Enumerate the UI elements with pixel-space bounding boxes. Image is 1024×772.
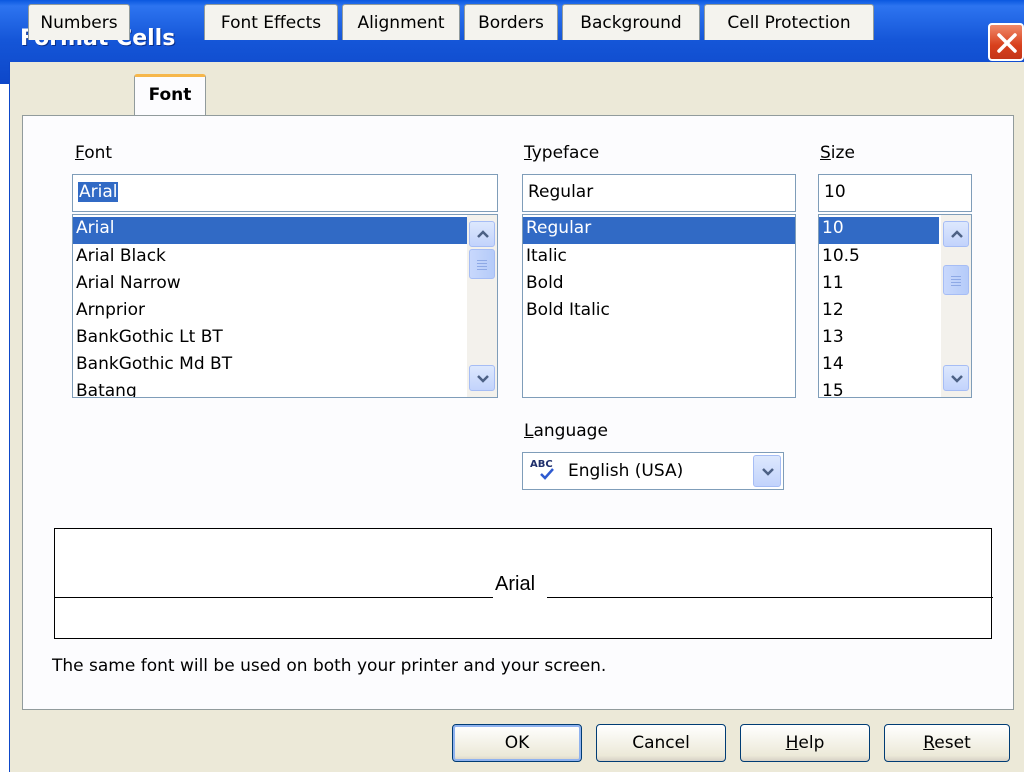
tab-cell-protection[interactable]: Cell Protection (704, 4, 874, 40)
list-item[interactable]: 10 (819, 217, 939, 244)
font-name-input[interactable]: Arial (72, 174, 498, 212)
font-preview: Arial (54, 528, 993, 639)
typeface-value: Regular (528, 182, 594, 202)
list-item[interactable]: 15 (819, 380, 844, 397)
language-label: Language (524, 421, 608, 441)
size-label: Size (820, 143, 855, 163)
size-list-scrollbar[interactable] (941, 215, 971, 397)
size-value: 10 (824, 182, 846, 202)
tab-label: Alignment (357, 13, 445, 33)
list-item[interactable]: Arial Black (73, 245, 166, 272)
chevron-down-icon (951, 375, 963, 383)
typeface-label: Typeface (524, 143, 600, 163)
list-item[interactable]: Italic (523, 245, 567, 272)
scroll-down-button[interactable] (469, 365, 495, 391)
list-item[interactable]: Batang (73, 380, 137, 397)
typeface-list[interactable]: Regular Italic Bold Bold Italic (522, 214, 796, 398)
list-item[interactable]: Regular (523, 217, 795, 244)
font-list-scrollbar[interactable] (467, 215, 497, 397)
size-list[interactable]: 10 10.5 11 12 13 14 15 (818, 214, 972, 398)
tab-font[interactable]: Font (134, 74, 206, 115)
info-text: The same font will be used on both your … (52, 656, 607, 676)
language-value: English (USA) (568, 461, 684, 481)
language-dropdown-button[interactable] (753, 455, 781, 487)
scroll-down-button[interactable] (943, 365, 969, 391)
tab-label: Cell Protection (727, 13, 851, 33)
tab-alignment[interactable]: Alignment (342, 4, 460, 40)
list-item[interactable]: Arial (73, 217, 467, 244)
cancel-button[interactable]: Cancel (596, 724, 726, 762)
checkmark-icon (540, 468, 554, 480)
typeface-input[interactable]: Regular (522, 174, 796, 212)
list-item[interactable]: BankGothic Md BT (73, 353, 232, 380)
list-item[interactable]: 12 (819, 299, 844, 326)
tab-background[interactable]: Background (562, 4, 700, 40)
font-list[interactable]: Arial Arial Black Arial Narrow Arnprior … (72, 214, 498, 398)
list-item[interactable]: Bold (523, 272, 564, 299)
ok-button[interactable]: OK (452, 724, 582, 762)
chevron-down-icon (477, 375, 489, 383)
tab-label: Font Effects (220, 13, 322, 33)
scroll-up-button[interactable] (943, 221, 969, 247)
chevron-up-icon (951, 230, 963, 238)
chevron-down-icon (762, 468, 774, 476)
tab-label: Numbers (40, 13, 118, 33)
tab-label: Borders (478, 13, 544, 33)
list-item[interactable]: Arnprior (73, 299, 145, 326)
list-item[interactable]: 14 (819, 353, 844, 380)
list-item[interactable]: 10.5 (819, 245, 860, 272)
tab-borders[interactable]: Borders (464, 4, 558, 40)
tab-numbers[interactable]: Numbers (28, 4, 130, 40)
tab-label: Font (148, 85, 192, 105)
baseline-right (547, 597, 993, 598)
help-button[interactable]: Help (740, 724, 870, 762)
tab-font-effects[interactable]: Font Effects (204, 4, 338, 40)
language-select[interactable]: ABC English (USA) (522, 452, 784, 490)
tab-label: Background (580, 13, 682, 33)
list-item[interactable]: BankGothic Lt BT (73, 326, 223, 353)
scroll-thumb[interactable] (943, 265, 969, 295)
scroll-thumb[interactable] (469, 249, 495, 279)
size-input[interactable]: 10 (818, 174, 972, 212)
list-item[interactable]: Arial Narrow (73, 272, 181, 299)
baseline-left (55, 597, 493, 598)
font-name-value: Arial (78, 182, 119, 202)
scroll-up-button[interactable] (469, 221, 495, 247)
close-icon (997, 33, 1017, 53)
preview-text: Arial (495, 573, 536, 595)
format-cells-dialog: Format Cells Numbers Font Font Effects A… (0, 0, 1024, 772)
list-item[interactable]: Bold Italic (523, 299, 610, 326)
list-item[interactable]: 11 (819, 272, 844, 299)
reset-button[interactable]: Reset (884, 724, 1010, 762)
list-item[interactable]: 13 (819, 326, 844, 353)
font-label: Font (75, 143, 113, 163)
chevron-up-icon (477, 230, 489, 238)
close-button[interactable] (988, 23, 1024, 61)
